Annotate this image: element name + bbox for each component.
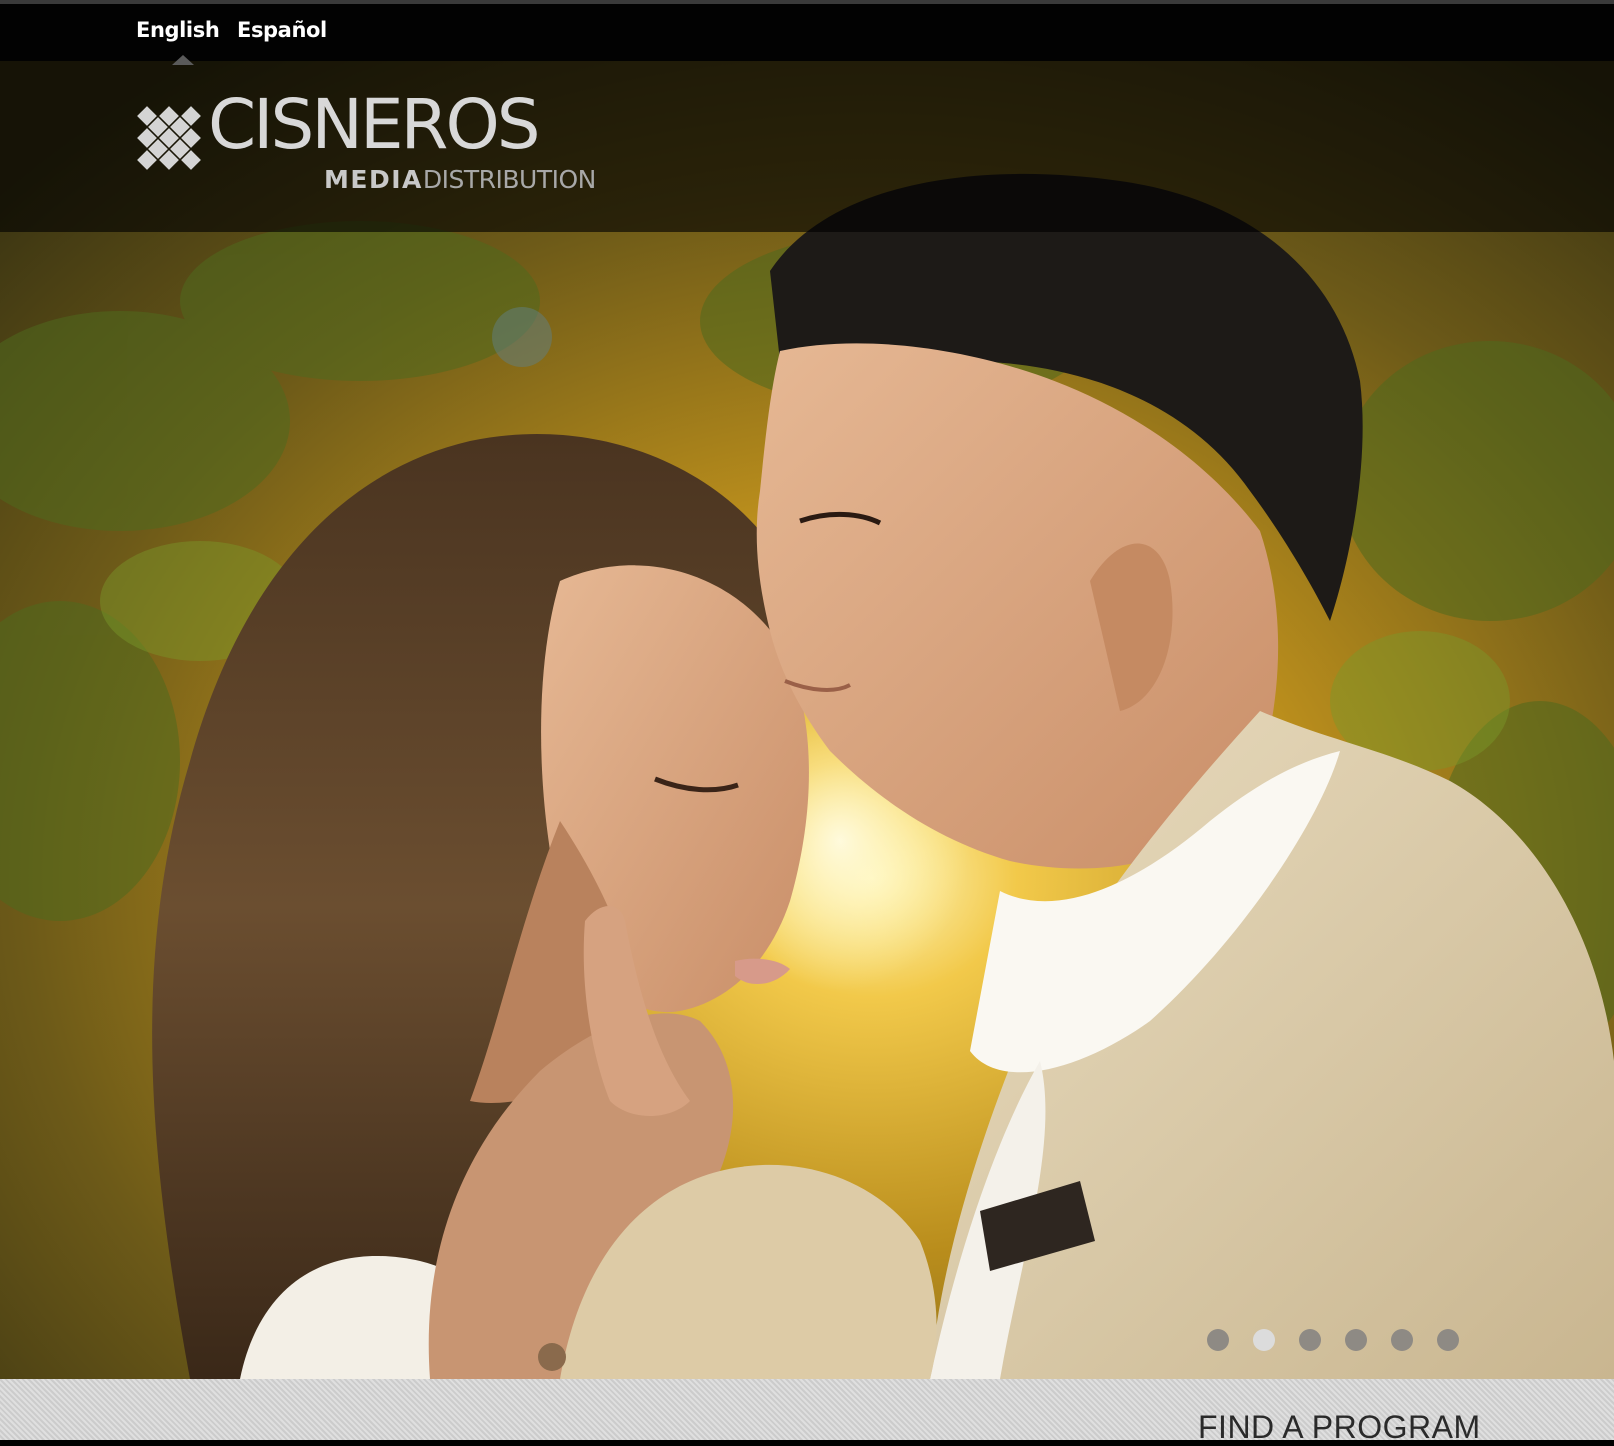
logo-subtitle-distribution: DISTRIBUTION xyxy=(422,165,596,194)
logo-wordmark: CISNEROS xyxy=(208,85,541,165)
language-english-link[interactable]: English xyxy=(136,18,220,42)
find-a-program-link[interactable]: FIND A PROGRAM xyxy=(1198,1409,1481,1446)
logo-subtitle: MEDIADISTRIBUTION xyxy=(324,165,596,194)
language-spanish-link[interactable]: Español xyxy=(237,18,327,42)
language-bar: English Español xyxy=(0,0,1614,65)
carousel-dot-6[interactable] xyxy=(1437,1329,1459,1351)
selected-language-caret-icon xyxy=(172,55,194,65)
carousel-dot-2[interactable] xyxy=(1253,1329,1275,1351)
carousel-dot-5[interactable] xyxy=(1391,1329,1413,1351)
carousel-dot-1[interactable] xyxy=(1207,1329,1229,1351)
cisneros-logo[interactable]: CISNEROS MEDIADISTRIBUTION xyxy=(134,91,654,219)
hero-slideshow[interactable]: CISNEROS MEDIADISTRIBUTION xyxy=(0,61,1614,1379)
logo-subtitle-media: MEDIA xyxy=(324,165,423,194)
diamond-grid-logo-icon xyxy=(137,106,201,170)
find-program-bar: FIND A PROGRAM xyxy=(0,1379,1614,1445)
carousel-dot-3[interactable] xyxy=(1299,1329,1321,1351)
hero-image xyxy=(0,61,1614,1379)
carousel-dot-4[interactable] xyxy=(1345,1329,1367,1351)
